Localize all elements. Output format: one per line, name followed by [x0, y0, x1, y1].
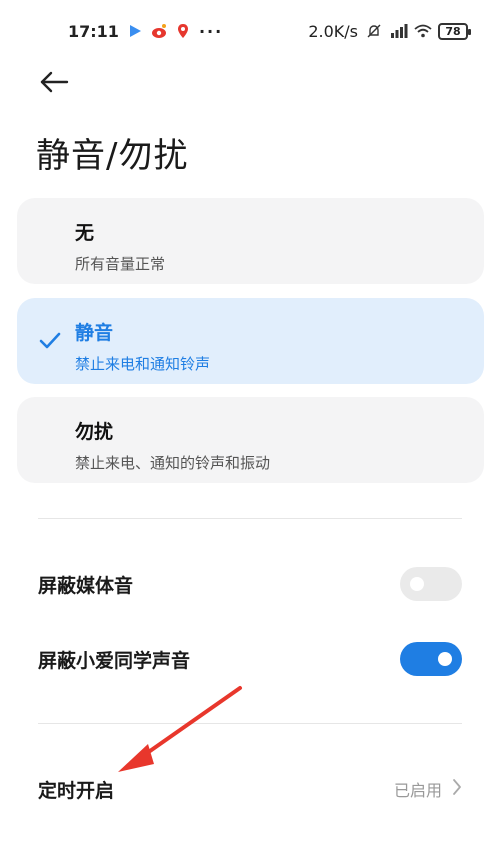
divider [38, 723, 462, 724]
back-button[interactable] [36, 70, 72, 98]
status-bar: 17:11 ··· 2.0K/s 78 [0, 0, 500, 62]
weibo-icon [151, 23, 167, 39]
mode-subtitle: 禁止来电和通知铃声 [75, 355, 211, 373]
mute-media-row[interactable]: 屏蔽媒体音 [38, 564, 462, 604]
location-pin-icon [175, 23, 191, 39]
mute-xiaoai-row[interactable]: 屏蔽小爱同学声音 [38, 639, 462, 679]
checkmark-icon [39, 331, 61, 355]
schedule-status: 已启用 [394, 777, 462, 801]
status-time: 17:11 [68, 21, 119, 41]
schedule-status-text: 已启用 [393, 781, 442, 800]
battery-icon: 78 [438, 22, 471, 40]
mode-option-none[interactable]: 无 所有音量正常 [17, 198, 484, 284]
mode-subtitle: 所有音量正常 [75, 255, 166, 273]
status-bar-right: 2.0K/s 78 [308, 21, 471, 41]
mute-xiaoai-label: 屏蔽小爱同学声音 [38, 649, 191, 672]
mode-subtitle: 禁止来电、通知的铃声和振动 [75, 454, 271, 472]
schedule-label: 定时开启 [38, 779, 115, 802]
mode-title: 静音 [75, 322, 114, 344]
mute-media-toggle[interactable] [400, 567, 462, 601]
toggle-knob [438, 652, 452, 666]
mode-option-silent[interactable]: 静音 禁止来电和通知铃声 [17, 298, 484, 384]
mute-xiaoai-toggle[interactable] [400, 642, 462, 676]
signal-icon [390, 23, 408, 39]
back-arrow-icon [39, 71, 69, 97]
schedule-row[interactable]: 定时开启 已启用 [38, 769, 462, 809]
mode-title: 勿扰 [75, 421, 114, 443]
network-speed: 2.0K/s [308, 21, 358, 41]
chevron-right-icon [452, 778, 462, 800]
status-bar-left: 17:11 ··· [68, 22, 223, 41]
silent-bell-icon [366, 23, 382, 39]
wifi-icon [414, 23, 432, 39]
mode-title: 无 [75, 222, 95, 244]
mode-option-dnd[interactable]: 勿扰 禁止来电、通知的铃声和振动 [17, 397, 484, 483]
toggle-knob [410, 577, 424, 591]
divider [38, 518, 462, 519]
more-dots-icon: ··· [198, 21, 224, 41]
mute-media-label: 屏蔽媒体音 [38, 574, 134, 597]
play-icon [127, 23, 143, 39]
page-title: 静音/勿扰 [36, 136, 189, 176]
